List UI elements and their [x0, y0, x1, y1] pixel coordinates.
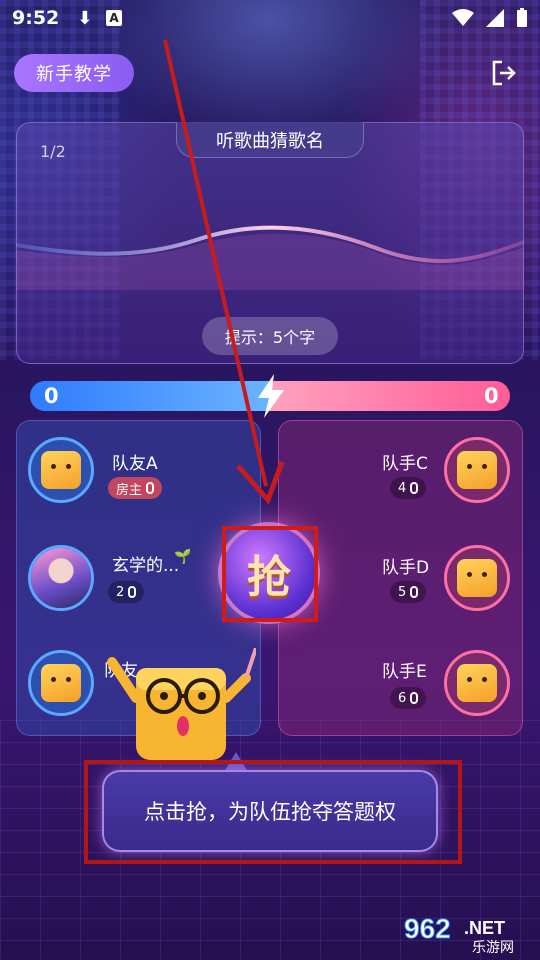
svg-text:962: 962: [404, 913, 451, 944]
seat-number-4: 4: [398, 480, 407, 496]
player-name-5: 队手D: [382, 558, 430, 578]
host-badge-label: 房主: [116, 482, 143, 498]
seat-badge-2: 2: [108, 581, 145, 603]
grab-highlight-box: [222, 526, 318, 622]
avatar-player-3[interactable]: [28, 650, 94, 716]
signal-icon: [486, 9, 504, 27]
seat-number-2: 2: [116, 584, 125, 600]
score-team-a: 0: [44, 384, 59, 408]
sound-wave: [16, 225, 524, 290]
app-a-icon: A: [106, 10, 122, 26]
cube-sunglasses-icon: [457, 559, 497, 597]
seat-number-5: 5: [398, 584, 407, 600]
player-name-2: 玄学的...: [112, 556, 180, 576]
avatar-player-6[interactable]: [444, 650, 510, 716]
avatar-player-5[interactable]: [444, 545, 510, 611]
cube-avatar-icon: [457, 451, 497, 489]
seat-number-6: 6: [398, 690, 407, 706]
cube-avatar-icon: [457, 664, 497, 702]
avatar-player-1[interactable]: [28, 437, 94, 503]
mic-icon: [146, 482, 155, 494]
seat-badge-5: 5: [390, 581, 427, 603]
lightning-icon: [258, 374, 284, 418]
cube-avatar-icon: [41, 664, 81, 702]
wifi-icon: [452, 9, 474, 26]
photo-avatar: [31, 548, 91, 608]
watermark-logo: 962 .NET 乐游网: [404, 913, 515, 957]
player-name-6: 队手E: [382, 662, 427, 682]
score-bar-team-a: [30, 381, 270, 411]
song-card-title: 听歌曲猜歌名: [176, 122, 364, 158]
status-time: 9:52: [12, 7, 60, 29]
exit-icon[interactable]: [488, 58, 518, 88]
score-team-b: 0: [484, 384, 499, 408]
tooltip-highlight-box: [84, 760, 462, 864]
svg-text:乐游网: 乐游网: [472, 940, 514, 956]
player-name-1: 队友A: [112, 454, 158, 474]
mic-icon: [410, 692, 419, 704]
download-icon: ⬇: [77, 7, 93, 29]
score-bar-team-b: [270, 381, 510, 411]
mic-icon: [410, 482, 419, 494]
question-progress: 1/2: [40, 142, 66, 161]
seat-badge-4: 4: [390, 477, 427, 499]
avatar-player-4[interactable]: [444, 437, 510, 503]
avatar-player-2[interactable]: [28, 545, 94, 611]
mascot-icon: [107, 648, 256, 760]
tutorial-button[interactable]: 新手教学: [14, 54, 134, 92]
player-name-4: 队手C: [382, 454, 428, 474]
mic-icon: [410, 586, 419, 598]
sprout-icon: 🌱: [174, 549, 192, 565]
hint-pill: 提示：5个字: [202, 317, 338, 355]
battery-icon: [517, 8, 527, 27]
seat-badge-6: 6: [390, 687, 427, 709]
status-bar: 9:52 ⬇ A: [0, 0, 540, 36]
cube-avatar-icon: [41, 451, 81, 489]
svg-text:.NET: .NET: [464, 918, 505, 938]
mic-icon: [128, 586, 137, 598]
host-badge: 房主: [108, 477, 163, 499]
